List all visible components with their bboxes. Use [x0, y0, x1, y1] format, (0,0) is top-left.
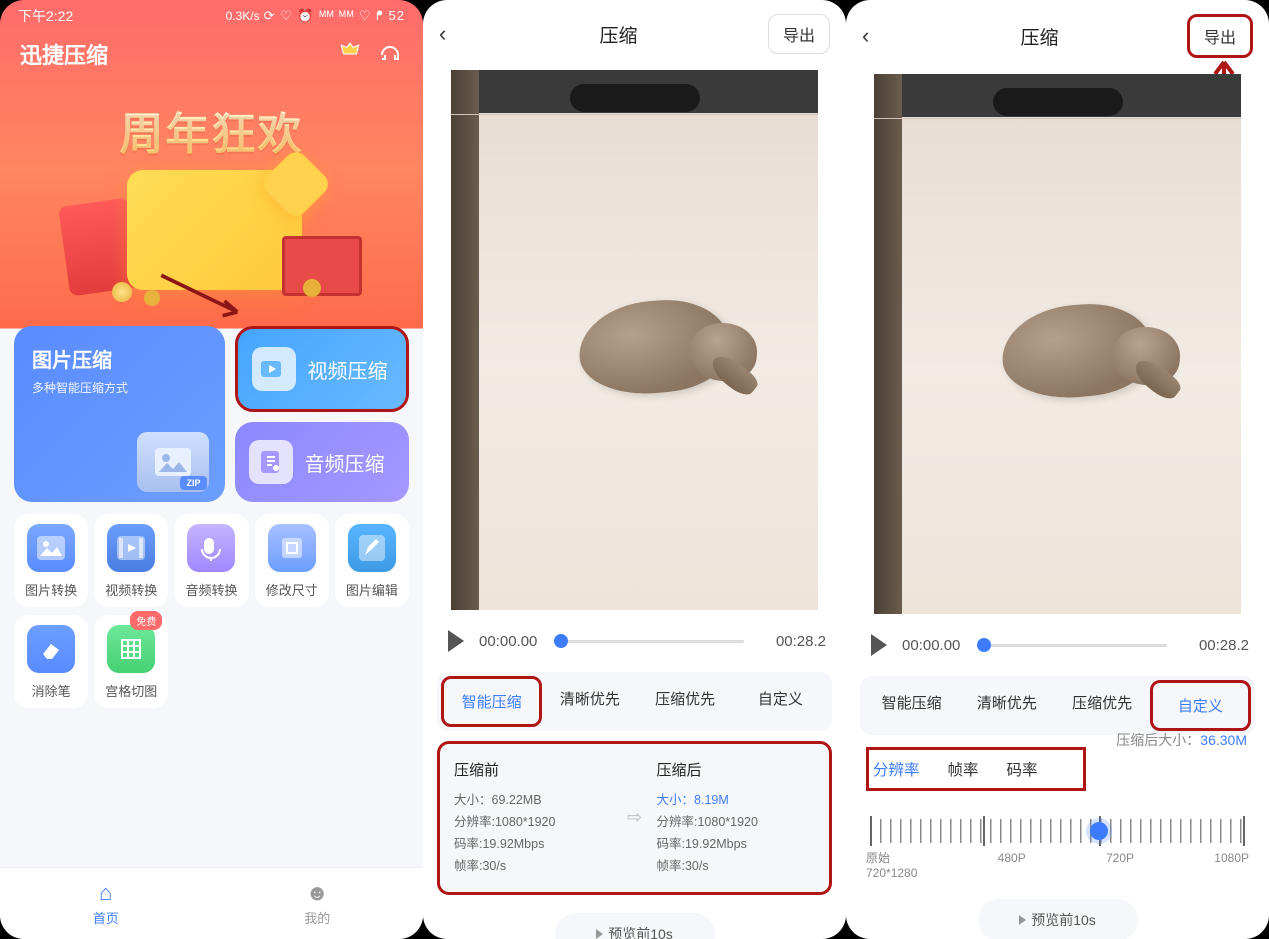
tool-image-convert[interactable]: 图片转换 [14, 514, 88, 607]
vip-crown-icon[interactable] [337, 41, 363, 67]
banner-title: 周年狂欢 [120, 98, 304, 162]
resolution-labels: 原始720*1280 480P 720P 1080P [866, 851, 1249, 881]
play-small-icon [1019, 915, 1026, 925]
nav-mine[interactable]: ☻我的 [212, 868, 424, 939]
phone-home: 下午2:22 0.3K/s ⟳ ♡ ⏰ ᴹᴹ ᴹᴹ ♡ ᖰ 52 迅捷压缩 周年… [0, 0, 423, 939]
audio-compress-card[interactable]: 音频压缩 [235, 422, 410, 502]
tab-compress[interactable]: 压缩优先 [638, 676, 733, 727]
card-label: 音频压缩 [305, 448, 385, 477]
bottom-nav: ⌂首页 ☻我的 [0, 867, 423, 939]
time-current: 00:00.00 [479, 633, 551, 650]
custom-sub-tabs: 分辨率 帧率 码率 [866, 747, 1086, 791]
tab-smart[interactable]: 智能压缩 [441, 676, 542, 727]
app-header: 迅捷压缩 [0, 28, 423, 80]
preview-10s-button[interactable]: 预览前10s [978, 899, 1138, 939]
back-button[interactable]: ‹ [862, 23, 892, 49]
time-total: 00:28.2 [1177, 637, 1249, 654]
status-time: 下午2:22 [18, 6, 73, 26]
tab-quality[interactable]: 清晰优先 [542, 676, 637, 727]
play-button[interactable] [443, 628, 469, 654]
video-icon [252, 347, 296, 391]
subtab-bitrate[interactable]: 码率 [1007, 758, 1038, 780]
annotation-arrow-icon [155, 268, 250, 323]
resolution-slider[interactable] [870, 819, 1245, 843]
profile-icon: ☻ [306, 880, 329, 906]
play-icon [448, 630, 464, 652]
grid-icon [107, 625, 155, 673]
tab-compress[interactable]: 压缩优先 [1055, 680, 1150, 731]
free-badge: 免费 [130, 611, 162, 630]
support-headset-icon[interactable] [377, 41, 403, 67]
eraser-icon [27, 625, 75, 673]
video-preview[interactable] [451, 70, 818, 610]
tool-resize[interactable]: 修改尺寸 [255, 514, 329, 607]
rabbit-subject [994, 289, 1194, 434]
tool-eraser[interactable]: 消除笔 [14, 615, 88, 708]
back-button[interactable]: ‹ [439, 21, 469, 47]
tool-grid-cut[interactable]: 免费宫格切图 [94, 615, 168, 708]
card-title: 图片压缩 [32, 344, 207, 373]
card-label: 视频压缩 [308, 355, 388, 384]
slider-thumb[interactable] [1090, 822, 1108, 840]
page-title: 压缩 [1020, 23, 1058, 50]
tab-smart[interactable]: 智能压缩 [864, 680, 959, 731]
tab-quality[interactable]: 清晰优先 [959, 680, 1054, 731]
play-small-icon [596, 929, 603, 939]
tab-custom[interactable]: 自定义 [1150, 680, 1251, 731]
edit-icon [348, 524, 396, 572]
compare-before: 压缩前 大小：69.22MB 分辨率:1080*1920 码率:19.92Mbp… [454, 758, 613, 878]
mode-tabs: 智能压缩 清晰优先 压缩优先 自定义 [860, 676, 1255, 735]
audio-icon [249, 440, 293, 484]
export-button[interactable]: 导出 [1187, 14, 1253, 58]
image-compress-card[interactable]: 图片压缩 多种智能压缩方式 ZIP [14, 326, 225, 502]
arrow-right-icon: ⇨ [621, 758, 649, 878]
compare-after: 压缩后 大小：8.19M 分辨率:1080*1920 码率:19.92Mbps … [657, 758, 816, 878]
compare-card: 压缩前 大小：69.22MB 分辨率:1080*1920 码率:19.92Mbp… [437, 741, 832, 895]
phone-editor-smart: ‹ 压缩 导出 00:00.00 00:28.2 智能压缩 清晰优先 压缩优先 … [423, 0, 846, 939]
status-right: 0.3K/s ⟳ ♡ ⏰ ᴹᴹ ᴹᴹ ♡ ᖰ 52 [226, 8, 405, 24]
player-controls: 00:00.00 00:28.2 [846, 624, 1269, 670]
rabbit-subject [571, 285, 771, 430]
progress-slider[interactable] [984, 644, 1167, 647]
image-convert-icon [27, 524, 75, 572]
audio-convert-icon [187, 524, 235, 572]
nav-home[interactable]: ⌂首页 [0, 868, 212, 939]
editor-header: ‹ 压缩 导出 [423, 0, 846, 68]
tool-image-edit[interactable]: 图片编辑 [335, 514, 409, 607]
phone-editor-custom: ‹ 压缩 导出 00:00.00 00:28.2 智能压缩 清晰优先 压缩优先 … [846, 0, 1269, 939]
tool-video-convert[interactable]: 视频转换 [94, 514, 168, 607]
player-controls: 00:00.00 00:28.2 [423, 620, 846, 666]
home-icon: ⌂ [99, 880, 112, 906]
image-zip-icon: ZIP [137, 432, 209, 492]
video-preview[interactable] [874, 74, 1241, 614]
mode-tabs: 智能压缩 清晰优先 压缩优先 自定义 [437, 672, 832, 731]
video-convert-icon [107, 524, 155, 572]
subtab-resolution[interactable]: 分辨率 [873, 758, 920, 780]
play-icon [871, 634, 887, 656]
export-button[interactable]: 导出 [768, 14, 830, 54]
after-size-label: 压缩后大小：36.30M [1116, 730, 1247, 750]
preview-10s-button[interactable]: 预览前10s [555, 913, 715, 939]
tool-audio-convert[interactable]: 音频转换 [174, 514, 248, 607]
status-bar: 下午2:22 0.3K/s ⟳ ♡ ⏰ ᴹᴹ ᴹᴹ ♡ ᖰ 52 [0, 0, 423, 28]
video-compress-card[interactable]: 视频压缩 [235, 326, 410, 412]
play-button[interactable] [866, 632, 892, 658]
editor-header: ‹ 压缩 导出 [846, 0, 1269, 72]
page-title: 压缩 [599, 21, 637, 48]
time-current: 00:00.00 [902, 637, 974, 654]
resize-icon [268, 524, 316, 572]
subtab-fps[interactable]: 帧率 [948, 758, 979, 780]
progress-slider[interactable] [561, 640, 744, 643]
tool-grid: 图片转换 视频转换 音频转换 修改尺寸 图片编辑 消除笔 免费宫格切图 [14, 514, 409, 708]
app-title: 迅捷压缩 [20, 38, 108, 70]
tab-custom[interactable]: 自定义 [733, 676, 828, 727]
card-subtitle: 多种智能压缩方式 [32, 379, 207, 396]
time-total: 00:28.2 [754, 633, 826, 650]
